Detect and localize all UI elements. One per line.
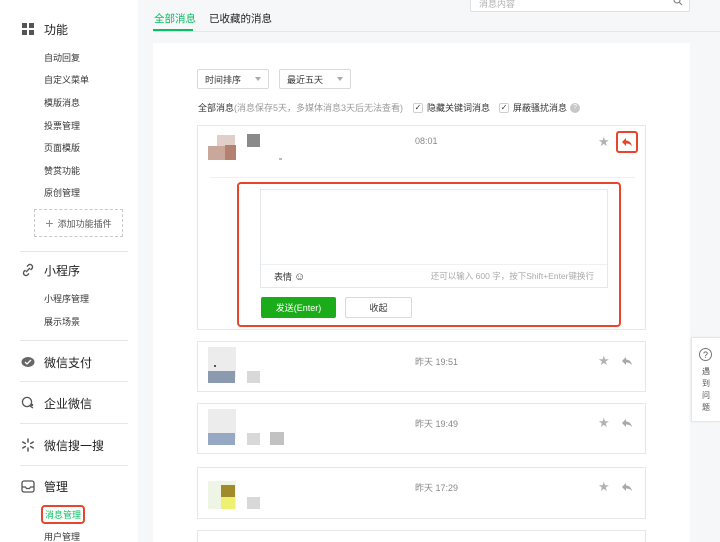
date-range-value: 最近五天 — [287, 74, 324, 85]
sidebar-section-label: 小程序 — [44, 263, 81, 278]
sidebar-item-miniprogram-manage[interactable]: 小程序管理 — [44, 292, 89, 305]
filter-row: 全部消息 (消息保存5天，多媒体消息3天后无法查看) ✓ 隐藏关键词消息 ✓ 屏… — [198, 101, 581, 114]
sender-detail — [279, 158, 282, 160]
reply-textarea[interactable]: 表情 ☺ 还可以输入 600 字，按下Shift+Enter键换行 — [260, 189, 608, 288]
star-icon[interactable]: ★ — [598, 354, 610, 367]
char-counter: 还可以输入 600 字，按下Shift+Enter键换行 — [430, 271, 594, 281]
search-input[interactable]: 消息内容 — [470, 0, 690, 12]
sort-select-value: 时间排序 — [205, 74, 242, 85]
star-icon[interactable]: ★ — [598, 480, 610, 493]
message-time: 昨天 19:49 — [415, 419, 459, 429]
avatar-fragment — [214, 365, 216, 367]
message-time: 08:01 — [415, 136, 438, 146]
block-harass-checkbox[interactable]: ✓ — [499, 102, 510, 113]
reply-icon[interactable] — [616, 131, 638, 153]
sidebar-section-wechat-pay[interactable]: 微信支付 — [20, 352, 92, 372]
sidebar-section-function[interactable]: 功能 — [20, 19, 68, 39]
feedback-label: 遇到问题 — [702, 367, 710, 412]
sidebar-item-original[interactable]: 原创管理 — [44, 186, 80, 199]
sidebar-section-label: 管理 — [44, 479, 69, 494]
message-time: 昨天 19:51 — [415, 357, 459, 367]
avatar-fragment — [225, 145, 236, 160]
message-time: 昨天 17:29 — [415, 483, 459, 493]
sidebar-item-template-message[interactable]: 模版消息 — [44, 96, 80, 109]
sort-select[interactable]: 时间排序 — [197, 69, 269, 89]
question-icon: ? — [699, 348, 712, 361]
grid-icon — [20, 21, 36, 37]
reply-icon[interactable] — [618, 478, 636, 496]
card-divider — [210, 177, 635, 178]
add-plugin-label: 添加功能插件 — [57, 218, 112, 229]
sidebar-divider — [20, 423, 128, 424]
chevron-down-icon — [337, 77, 343, 81]
message-card: 昨天 19:51 ★ — [197, 341, 646, 392]
hide-keyword-label[interactable]: 隐藏关键词消息 — [427, 101, 490, 114]
star-icon[interactable]: ★ — [598, 416, 610, 429]
work-wechat-icon — [20, 395, 36, 411]
search-icon[interactable] — [673, 0, 683, 8]
sidebar-item-vote[interactable]: 投票管理 — [44, 119, 80, 132]
collapse-button[interactable]: 收起 — [345, 297, 412, 318]
sidebar-item-message-manage[interactable]: 消息管理 — [41, 505, 86, 524]
retention-note: (消息保存5天，多媒体消息3天后无法查看) — [234, 103, 404, 113]
avatar-fragment — [221, 497, 235, 509]
add-plugin-button[interactable]: + 添加功能插件 — [34, 209, 123, 237]
search-sparkle-icon — [20, 437, 36, 453]
send-button[interactable]: 发送(Enter) — [261, 297, 336, 318]
sidebar-item-custom-menu[interactable]: 自定义菜单 — [44, 73, 89, 86]
sidebar-section-label: 功能 — [44, 22, 69, 37]
plus-icon: + — [45, 215, 54, 231]
sender-thumb — [247, 134, 260, 147]
link-icon — [20, 262, 36, 278]
summary-label: 全部消息 — [198, 103, 235, 113]
avatar — [208, 146, 225, 160]
emoji-label: 表情 — [274, 272, 293, 282]
hide-keyword-checkbox[interactable]: ✓ — [413, 102, 424, 113]
sidebar-item-auto-reply[interactable]: 自动回复 — [44, 51, 80, 64]
inbox-icon — [20, 478, 36, 494]
sidebar-divider — [20, 340, 128, 341]
sidebar-section-label: 微信支付 — [44, 355, 93, 370]
sidebar: 功能 自动回复 自定义菜单 模版消息 投票管理 页面模版 赞赏功能 原创管理 +… — [0, 0, 138, 542]
sidebar-divider — [20, 251, 128, 252]
reply-icon[interactable] — [618, 414, 636, 432]
avatar-fragment — [208, 371, 235, 383]
avatar-fragment — [208, 433, 235, 445]
sidebar-divider — [20, 465, 128, 466]
sidebar-item-user-manage[interactable]: 用户管理 — [44, 530, 80, 542]
sidebar-section-label: 微信搜一搜 — [44, 438, 105, 453]
tab-starred-messages[interactable]: 已收藏的消息 — [209, 11, 272, 26]
sidebar-item-reward[interactable]: 赞赏功能 — [44, 164, 80, 177]
date-range-select[interactable]: 最近五天 — [279, 69, 351, 89]
sender-thumb — [247, 371, 260, 383]
sidebar-section-manage[interactable]: 管理 — [20, 476, 68, 496]
message-card — [197, 530, 646, 542]
tabs-divider — [153, 31, 720, 32]
sidebar-divider — [20, 381, 128, 382]
feedback-widget[interactable]: ? 遇到问题 — [691, 337, 720, 422]
sidebar-section-miniprogram[interactable]: 小程序 — [20, 260, 80, 280]
star-icon[interactable]: ★ — [598, 135, 610, 148]
search-placeholder: 消息内容 — [479, 0, 516, 9]
sidebar-section-wechat-search[interactable]: 微信搜一搜 — [20, 435, 104, 455]
sender-thumb — [247, 497, 260, 509]
sidebar-item-showcase[interactable]: 展示场景 — [44, 315, 80, 328]
sender-thumb — [270, 432, 284, 445]
toolbar-divider — [261, 264, 607, 265]
smile-icon: ☺ — [294, 270, 306, 283]
sidebar-item-page-template[interactable]: 页面模版 — [44, 141, 80, 154]
block-harass-label[interactable]: 屏蔽骚扰消息 — [513, 101, 567, 114]
avatar-fragment — [221, 485, 235, 497]
chevron-down-icon — [255, 77, 261, 81]
wechat-pay-icon — [20, 354, 36, 370]
message-card: 昨天 17:29 ★ — [197, 467, 646, 519]
message-card: 昨天 19:49 ★ — [197, 403, 646, 454]
reply-icon[interactable] — [618, 352, 636, 370]
sidebar-section-work-wechat[interactable]: 企业微信 — [20, 393, 92, 413]
sidebar-section-label: 企业微信 — [44, 396, 93, 411]
emoji-button[interactable]: 表情 ☺ — [274, 270, 305, 283]
help-icon[interactable]: ? — [570, 102, 581, 113]
tab-all-messages[interactable]: 全部消息 — [154, 11, 196, 26]
sender-thumb — [247, 433, 260, 445]
